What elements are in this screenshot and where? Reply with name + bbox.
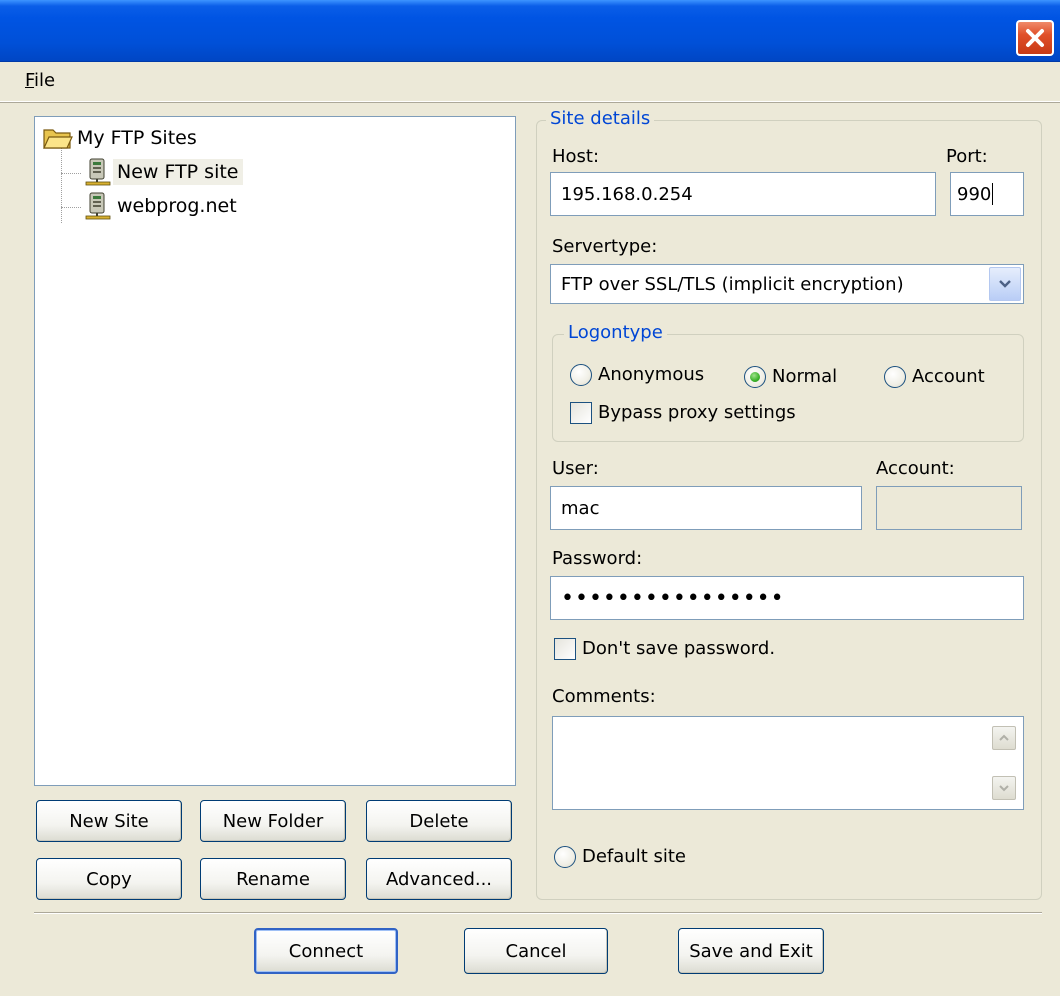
separator <box>34 912 1042 914</box>
servertype-value: FTP over SSL/TLS (implicit encryption) <box>561 273 904 295</box>
account-input <box>876 486 1022 530</box>
account-radio[interactable] <box>884 366 906 388</box>
logontype-group <box>552 334 1024 442</box>
new-site-button[interactable]: New Site <box>36 800 182 842</box>
bypass-proxy-checkbox[interactable] <box>570 402 592 424</box>
close-icon <box>1026 29 1044 47</box>
chevron-down-icon <box>999 785 1009 792</box>
tree-root[interactable]: My FTP Sites <box>43 125 201 151</box>
normal-radio[interactable] <box>744 366 766 388</box>
user-label: User: <box>552 458 599 479</box>
user-input[interactable]: mac <box>550 486 862 530</box>
site-details-legend: Site details <box>546 108 655 129</box>
default-site-radio[interactable] <box>554 846 576 868</box>
cancel-button[interactable]: Cancel <box>464 928 608 974</box>
account-radio-label: Account <box>912 366 985 387</box>
text-cursor <box>992 183 994 205</box>
scroll-down-button[interactable] <box>992 776 1016 800</box>
default-site-label: Default site <box>582 846 687 867</box>
anonymous-radio[interactable] <box>570 364 592 386</box>
tree-item-webprog[interactable]: webprog.net <box>83 191 241 221</box>
server-icon <box>85 192 111 220</box>
title-bar <box>0 0 1060 62</box>
port-input[interactable]: 990 <box>950 172 1024 216</box>
servertype-select[interactable]: FTP over SSL/TLS (implicit encryption) <box>550 264 1024 304</box>
tree-root-label: My FTP Sites <box>77 127 197 149</box>
save-and-exit-button[interactable]: Save and Exit <box>678 928 824 974</box>
port-label: Port: <box>946 146 988 167</box>
comments-textarea[interactable] <box>552 716 1024 810</box>
tree-item-new-ftp-site[interactable]: New FTP site <box>83 157 243 187</box>
new-folder-button[interactable]: New Folder <box>200 800 346 842</box>
advanced-button[interactable]: Advanced... <box>366 858 512 900</box>
servertype-label: Servertype: <box>552 236 658 257</box>
password-input[interactable]: •••••••••••••••• <box>550 576 1024 620</box>
menu-file-rest: ile <box>34 70 56 91</box>
normal-label: Normal <box>772 366 838 387</box>
host-input[interactable]: 195.168.0.254 <box>550 172 936 216</box>
scroll-up-button[interactable] <box>992 726 1016 750</box>
host-label: Host: <box>552 146 600 167</box>
close-button[interactable] <box>1016 20 1054 56</box>
dont-save-password-checkbox[interactable] <box>554 638 576 660</box>
dont-save-password-label: Don't save password. <box>582 638 776 659</box>
account-label: Account: <box>876 458 955 479</box>
rename-button[interactable]: Rename <box>200 858 346 900</box>
menu-file[interactable]: File <box>25 70 55 91</box>
server-icon <box>85 158 111 186</box>
tree-item-label: New FTP site <box>113 159 243 185</box>
password-label: Password: <box>552 548 643 569</box>
anonymous-label: Anonymous <box>598 364 705 385</box>
menu-bar: File <box>0 62 1060 102</box>
menu-file-mnemonic: F <box>25 70 35 91</box>
logontype-legend: Logontype <box>564 322 667 343</box>
connect-button[interactable]: Connect <box>254 928 398 974</box>
tree-connector <box>61 173 81 174</box>
site-tree[interactable]: My FTP Sites New FTP site webprog.net <box>34 116 516 786</box>
copy-button[interactable]: Copy <box>36 858 182 900</box>
dropdown-arrow-button[interactable] <box>989 267 1021 301</box>
bypass-proxy-label: Bypass proxy settings <box>598 402 796 423</box>
folder-open-icon <box>43 129 73 149</box>
chevron-down-icon <box>999 280 1011 288</box>
tree-item-label: webprog.net <box>117 195 237 217</box>
tree-connector <box>61 147 62 223</box>
comments-label: Comments: <box>552 686 656 707</box>
chevron-up-icon <box>999 734 1009 741</box>
port-value: 990 <box>957 183 992 205</box>
delete-button[interactable]: Delete <box>366 800 512 842</box>
tree-connector <box>61 207 81 208</box>
